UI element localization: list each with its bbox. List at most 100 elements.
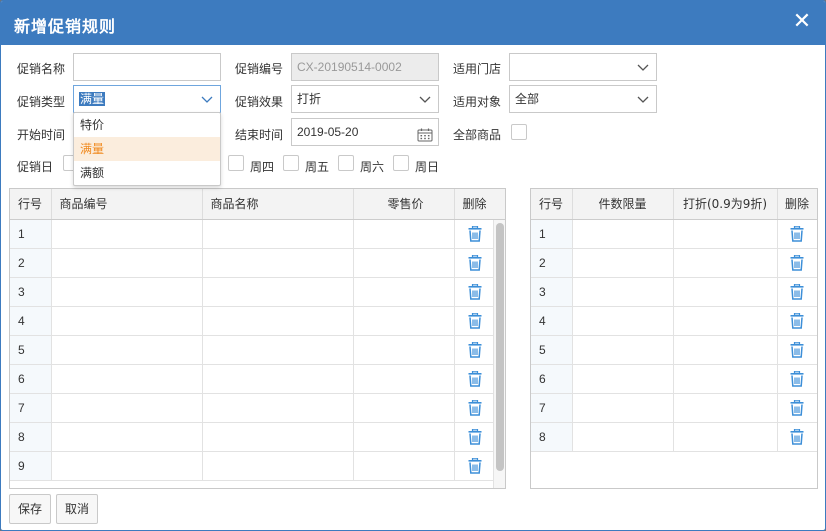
goods-code-cell[interactable] bbox=[51, 393, 203, 423]
discount-cell[interactable] bbox=[673, 393, 778, 423]
goods-table-scrollbar[interactable] bbox=[493, 220, 505, 488]
qty-limit-cell[interactable] bbox=[572, 393, 674, 423]
goods-table: 行号 商品编号 商品名称 零售价 删除 123456789 bbox=[9, 188, 506, 489]
promo-name-label: 促销名称 bbox=[17, 62, 66, 76]
table-row: 5 bbox=[10, 335, 496, 365]
dropdown-option-quantity[interactable]: 满量 bbox=[74, 137, 220, 161]
retail-price-cell[interactable] bbox=[353, 306, 455, 336]
discount-cell[interactable] bbox=[673, 335, 778, 365]
delete-cell bbox=[777, 393, 817, 423]
table-row: 9 bbox=[10, 451, 496, 481]
trash-icon[interactable] bbox=[468, 428, 482, 445]
promo-effect-select[interactable]: 打折 bbox=[291, 85, 439, 113]
all-goods-checkbox[interactable] bbox=[511, 124, 527, 140]
qty-limit-cell[interactable] bbox=[572, 219, 674, 249]
chevron-down-icon bbox=[636, 60, 650, 74]
row-number: 8 bbox=[531, 422, 573, 452]
qty-limit-cell[interactable] bbox=[572, 277, 674, 307]
discount-cell[interactable] bbox=[673, 306, 778, 336]
goods-code-cell[interactable] bbox=[51, 219, 203, 249]
trash-icon[interactable] bbox=[790, 370, 804, 387]
row-number: 1 bbox=[531, 219, 573, 249]
day-checkbox-sat[interactable] bbox=[338, 155, 354, 171]
discount-cell[interactable] bbox=[673, 277, 778, 307]
close-icon[interactable]: ✕ bbox=[791, 11, 813, 33]
discount-cell[interactable] bbox=[673, 422, 778, 452]
table-row: 2 bbox=[10, 248, 496, 278]
goods-name-cell[interactable] bbox=[202, 277, 354, 307]
retail-price-cell[interactable] bbox=[353, 219, 455, 249]
goods-code-cell[interactable] bbox=[51, 422, 203, 452]
cancel-button[interactable]: 取消 bbox=[56, 494, 98, 524]
discount-cell[interactable] bbox=[673, 364, 778, 394]
goods-name-cell[interactable] bbox=[202, 393, 354, 423]
save-button[interactable]: 保存 bbox=[9, 494, 51, 524]
goods-code-cell[interactable] bbox=[51, 248, 203, 278]
promo-effect-value: 打折 bbox=[297, 92, 322, 106]
trash-icon[interactable] bbox=[468, 341, 482, 358]
goods-code-cell[interactable] bbox=[51, 335, 203, 365]
qty-limit-cell[interactable] bbox=[572, 335, 674, 365]
target-select[interactable]: 全部 bbox=[509, 85, 657, 113]
trash-icon[interactable] bbox=[790, 283, 804, 300]
retail-price-cell[interactable] bbox=[353, 451, 455, 481]
goods-code-cell[interactable] bbox=[51, 277, 203, 307]
retail-price-cell[interactable] bbox=[353, 393, 455, 423]
trash-icon[interactable] bbox=[790, 225, 804, 242]
trash-icon[interactable] bbox=[468, 254, 482, 271]
goods-name-cell[interactable] bbox=[202, 219, 354, 249]
trash-icon[interactable] bbox=[790, 254, 804, 271]
retail-price-cell[interactable] bbox=[353, 364, 455, 394]
col-header-row-no: 行号 bbox=[10, 189, 52, 220]
retail-price-cell[interactable] bbox=[353, 277, 455, 307]
trash-icon[interactable] bbox=[468, 283, 482, 300]
calendar-icon[interactable] bbox=[417, 125, 433, 142]
trash-icon[interactable] bbox=[468, 399, 482, 416]
store-select[interactable] bbox=[509, 53, 657, 81]
row-number: 3 bbox=[10, 277, 52, 307]
day-checkbox-thu[interactable] bbox=[228, 155, 244, 171]
col-header-goods-name: 商品名称 bbox=[202, 189, 354, 220]
retail-price-cell[interactable] bbox=[353, 248, 455, 278]
goods-name-cell[interactable] bbox=[202, 364, 354, 394]
goods-code-cell[interactable] bbox=[51, 364, 203, 394]
goods-name-cell[interactable] bbox=[202, 451, 354, 481]
goods-name-cell[interactable] bbox=[202, 422, 354, 452]
trash-icon[interactable] bbox=[468, 370, 482, 387]
qty-limit-cell[interactable] bbox=[572, 306, 674, 336]
retail-price-cell[interactable] bbox=[353, 422, 455, 452]
dropdown-option-amount[interactable]: 满额 bbox=[74, 161, 220, 185]
day-checkbox-sun[interactable] bbox=[393, 155, 409, 171]
goods-name-cell[interactable] bbox=[202, 248, 354, 278]
trash-icon[interactable] bbox=[790, 341, 804, 358]
delete-cell bbox=[454, 364, 496, 394]
table-row: 4 bbox=[10, 306, 496, 336]
goods-name-cell[interactable] bbox=[202, 335, 354, 365]
promo-name-input[interactable] bbox=[73, 53, 221, 81]
discount-cell[interactable] bbox=[673, 219, 778, 249]
qty-limit-cell[interactable] bbox=[572, 248, 674, 278]
promo-days-label: 促销日 bbox=[17, 160, 54, 174]
retail-price-cell[interactable] bbox=[353, 335, 455, 365]
chevron-down-icon bbox=[200, 92, 214, 106]
delete-cell bbox=[454, 306, 496, 336]
qty-limit-cell[interactable] bbox=[572, 422, 674, 452]
trash-icon[interactable] bbox=[790, 312, 804, 329]
qty-limit-cell[interactable] bbox=[572, 364, 674, 394]
scrollbar-thumb[interactable] bbox=[496, 223, 504, 471]
promo-type-select[interactable]: 满量 bbox=[73, 85, 221, 113]
trash-icon[interactable] bbox=[790, 428, 804, 445]
dropdown-option-special[interactable]: 特价 bbox=[74, 113, 220, 137]
goods-code-cell[interactable] bbox=[51, 451, 203, 481]
trash-icon[interactable] bbox=[468, 225, 482, 242]
table-row: 8 bbox=[531, 422, 817, 452]
end-time-input[interactable]: 2019-05-20 bbox=[291, 118, 439, 146]
trash-icon[interactable] bbox=[468, 457, 482, 474]
discount-cell[interactable] bbox=[673, 248, 778, 278]
trash-icon[interactable] bbox=[468, 312, 482, 329]
goods-code-cell[interactable] bbox=[51, 306, 203, 336]
trash-icon[interactable] bbox=[790, 399, 804, 416]
goods-name-cell[interactable] bbox=[202, 306, 354, 336]
day-checkbox-fri[interactable] bbox=[283, 155, 299, 171]
goods-table-header: 行号 商品编号 商品名称 零售价 删除 bbox=[10, 189, 496, 220]
